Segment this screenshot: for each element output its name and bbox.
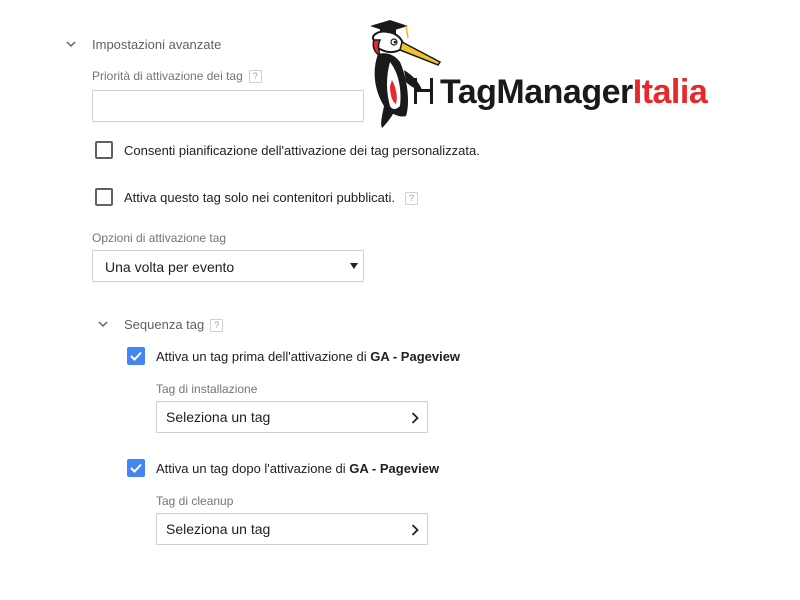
firing-options-value: Una volta per evento [105,259,235,275]
setup-tag-selector[interactable]: Seleziona un tag [156,401,428,433]
help-icon[interactable]: ? [210,319,224,333]
cleanup-tag-checkbox-row[interactable]: Attiva un tag dopo l'attivazione di GA -… [127,459,487,477]
setup-tag-name: GA - Pageview [370,349,461,364]
cleanup-tag-field-label: Tag di cleanup [156,494,234,508]
setup-tag-checkbox-label: Attiva un tag prima dell'attivazione di … [156,349,460,364]
logo-text-italia: Italia [632,73,708,111]
advanced-settings-title: Impostazioni avanzate [92,37,222,52]
firing-options-select[interactable]: Una volta per evento [92,250,364,282]
cleanup-tag-name: GA - Pageview [349,461,440,476]
woodpecker-mascot-icon [370,20,442,128]
firing-options-label: Opzioni di attivazione tag [92,231,227,245]
published-checkbox-label-text: Attiva questo tag solo nei contenitori p… [124,190,396,205]
setup-tag-prefix: Attiva un tag prima dell'attivazione di [156,349,371,364]
dropdown-arrow-icon [350,263,358,269]
cleanup-tag-prefix: Attiva un tag dopo l'attivazione di [156,461,350,476]
setup-tag-checkbox[interactable] [127,347,145,365]
checkmark-icon [130,463,142,473]
schedule-checkbox-label: Consenti pianificazione dell'attivazione… [124,143,480,158]
chevron-down-icon [98,321,108,328]
cleanup-tag-selector[interactable]: Seleziona un tag [156,513,428,545]
schedule-checkbox-row[interactable]: Consenti pianificazione dell'attivazione… [95,141,515,159]
tag-sequencing-toggle[interactable]: Sequenza tag? [96,316,236,334]
tag-sequencing-title: Sequenza tag? [124,317,224,333]
tagmanageritalia-logo: TagManagerItalia [360,18,780,130]
setup-tag-selector-value: Seleziona un tag [166,409,271,425]
published-checkbox[interactable] [95,188,113,206]
cleanup-tag-checkbox[interactable] [127,459,145,477]
cleanup-tag-checkbox-label: Attiva un tag dopo l'attivazione di GA -… [156,461,439,476]
checkmark-icon [130,351,142,361]
tag-sequencing-title-text: Sequenza tag [124,317,205,332]
logo-text-tagmanager: TagManager [440,73,633,111]
priority-label: Priorità di attivazione dei tag? [92,69,262,84]
published-checkbox-row[interactable]: Attiva questo tag solo nei contenitori p… [95,188,455,206]
help-icon[interactable]: ? [405,192,419,206]
logo-wordmark: TagManagerItalia [440,72,708,112]
chevron-right-icon [411,524,419,536]
priority-label-text: Priorità di attivazione dei tag [92,69,243,83]
schedule-checkbox[interactable] [95,141,113,159]
setup-tag-checkbox-row[interactable]: Attiva un tag prima dell'attivazione di … [127,347,487,365]
chevron-right-icon [411,412,419,424]
help-icon[interactable]: ? [248,70,262,84]
setup-tag-field-label: Tag di installazione [156,382,258,396]
cleanup-tag-selector-value: Seleziona un tag [166,521,271,537]
published-checkbox-label: Attiva questo tag solo nei contenitori p… [124,190,419,206]
priority-input[interactable] [92,90,364,122]
advanced-settings-toggle[interactable]: Impostazioni avanzate [64,36,244,54]
chevron-down-icon [66,41,76,48]
